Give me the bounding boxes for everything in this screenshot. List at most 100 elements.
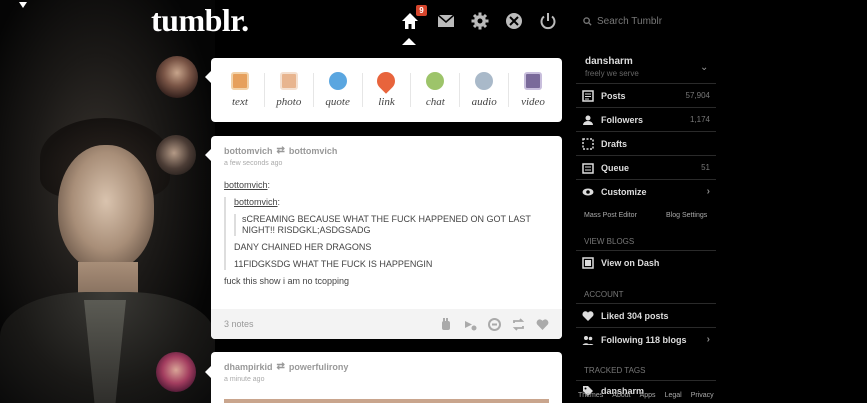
- sidebar-item-customize[interactable]: Customize ›: [576, 179, 716, 203]
- sidebar-item-drafts[interactable]: Drafts: [576, 131, 716, 155]
- post-reblogged-from-link[interactable]: powerfulirony: [289, 362, 349, 372]
- portrait-face: [58, 145, 154, 270]
- mass-post-editor-link[interactable]: Mass Post Editor: [584, 212, 637, 219]
- tumblr-logo[interactable]: tumblr.: [151, 2, 249, 39]
- post-type-chat[interactable]: chat: [413, 72, 457, 108]
- fast-reblog-icon[interactable]: [440, 317, 453, 331]
- video-icon: [524, 72, 543, 90]
- account-menu: Liked 304 posts Following 118 blogs ›: [576, 303, 716, 351]
- following-icon: [582, 335, 594, 345]
- active-nav-caret: [402, 38, 416, 45]
- view-blogs-heading: VIEW BLOGS: [584, 237, 635, 246]
- divider: [459, 73, 461, 107]
- post-body: bottomvich: bottomvich: sCREAMING BECAUS…: [211, 167, 562, 287]
- blog-tagline: freely we serve: [585, 69, 639, 78]
- post-composer: text photo quote link chat audio video: [211, 58, 562, 122]
- xkit-icon[interactable]: [505, 12, 523, 30]
- reblog-small-icon: ⇄: [276, 145, 285, 156]
- quote-text: sCREAMING BECAUSE WHAT THE FUCK HAPPENED…: [242, 214, 531, 235]
- nested-quote: sCREAMING BECAUSE WHAT THE FUCK HAPPENED…: [234, 214, 549, 236]
- audio-icon: [475, 72, 494, 90]
- search-placeholder: Search Tumblr: [597, 15, 663, 27]
- power-icon[interactable]: [539, 12, 557, 30]
- like-heart-icon[interactable]: [536, 318, 549, 331]
- post-line: DANY CHAINED HER DRAGONS: [234, 242, 372, 252]
- notification-badge: 9: [416, 5, 427, 16]
- blog-settings-link[interactable]: Blog Settings: [666, 212, 707, 219]
- top-arrow-icon[interactable]: [19, 2, 27, 8]
- post-footer: 3 notes: [211, 309, 562, 339]
- post-type-audio[interactable]: audio: [462, 72, 506, 108]
- share-icon[interactable]: [464, 318, 477, 331]
- divider: [508, 73, 510, 107]
- tracked-tags-heading: TRACKED TAGS: [584, 366, 646, 375]
- post-type-photo[interactable]: photo: [267, 72, 311, 108]
- dash-icon: [582, 256, 594, 269]
- post-actions: [440, 317, 549, 331]
- reblog-quote: bottomvich: sCREAMING BECAUSE WHAT THE F…: [224, 197, 549, 270]
- post-reblogged-from-link[interactable]: bottomvich: [289, 146, 338, 156]
- footer-links: Themes About Apps Legal Privacy: [578, 392, 714, 399]
- divider: [263, 73, 265, 107]
- divider: [312, 73, 314, 107]
- eye-icon: [582, 188, 594, 195]
- text-icon: [230, 72, 249, 90]
- queue-icon: [582, 162, 594, 174]
- chevron-right-icon: ›: [706, 186, 710, 197]
- footer-link-legal[interactable]: Legal: [665, 392, 682, 399]
- chat-icon: [426, 72, 445, 90]
- reblog-small-icon: ⇄: [276, 361, 285, 372]
- footer-link-themes[interactable]: Themes: [578, 392, 603, 399]
- quote-icon: [328, 72, 347, 90]
- footer-link-privacy[interactable]: Privacy: [691, 392, 714, 399]
- post-type-text[interactable]: text: [218, 72, 262, 108]
- post-type-video[interactable]: video: [511, 72, 555, 108]
- footer-link-apps[interactable]: Apps: [640, 392, 656, 399]
- divider: [410, 73, 412, 107]
- post-header: bottomvich ⇄ bottomvich: [211, 136, 562, 156]
- post-author-avatar[interactable]: [156, 135, 196, 175]
- chevron-right-icon: ›: [706, 334, 710, 345]
- sidebar-item-posts[interactable]: Posts 57,904: [576, 83, 716, 107]
- reblog-icon[interactable]: [512, 317, 525, 331]
- post-author-link[interactable]: dhampirkid: [224, 362, 273, 372]
- link-icon: [373, 68, 400, 94]
- blog-menu: Posts 57,904 Followers 1,174 Drafts Queu…: [576, 83, 716, 203]
- reply-icon[interactable]: [488, 317, 501, 331]
- post-photo[interactable]: [224, 399, 549, 403]
- post-author-avatar[interactable]: [156, 352, 196, 392]
- view-blogs-menu: View on Dash: [576, 250, 716, 274]
- blog-name: dansharm: [585, 56, 633, 67]
- account-heading: ACCOUNT: [584, 290, 624, 299]
- sidebar-item-followers[interactable]: Followers 1,174: [576, 107, 716, 131]
- footer-link-about[interactable]: About: [612, 392, 630, 399]
- post-card: dhampirkid ⇄ powerfulirony a minute ago: [211, 352, 562, 403]
- post-type-link[interactable]: link: [364, 68, 408, 108]
- blog-switcher[interactable]: dansharm freely we serve: [585, 56, 715, 78]
- divider: [361, 73, 363, 107]
- post-timestamp: a minute ago: [224, 376, 265, 383]
- heart-icon: [582, 310, 594, 321]
- photo-icon: [279, 72, 298, 90]
- chevron-down-icon[interactable]: ⌄: [700, 62, 708, 73]
- posts-icon: [582, 89, 594, 102]
- notes-count[interactable]: 3 notes: [224, 319, 254, 329]
- gear-icon[interactable]: [471, 12, 489, 30]
- post-line: 11FIDGKSDG WHAT THE FUCK IS HAPPENGIN: [234, 259, 433, 269]
- post-card: bottomvich ⇄ bottomvich a few seconds ag…: [211, 136, 562, 339]
- sidebar-item-following[interactable]: Following 118 blogs ›: [576, 327, 716, 351]
- sidebar-item-queue[interactable]: Queue 51: [576, 155, 716, 179]
- post-header: dhampirkid ⇄ powerfulirony: [211, 352, 562, 372]
- followers-icon: [583, 115, 593, 125]
- sidebar-item-liked[interactable]: Liked 304 posts: [576, 303, 716, 327]
- view-on-dash-link[interactable]: View on Dash: [576, 250, 716, 274]
- post-comment: fuck this show i am no tcopping: [224, 276, 350, 286]
- mail-icon[interactable]: [437, 14, 455, 28]
- search-input[interactable]: Search Tumblr: [583, 10, 733, 32]
- user-avatar[interactable]: [156, 56, 198, 98]
- post-type-quote[interactable]: quote: [316, 72, 360, 108]
- search-icon: [583, 16, 592, 26]
- post-author-link[interactable]: bottomvich: [224, 146, 273, 156]
- quoted-user-link[interactable]: bottomvich: [234, 197, 278, 207]
- reblogger-link[interactable]: bottomvich: [224, 180, 268, 190]
